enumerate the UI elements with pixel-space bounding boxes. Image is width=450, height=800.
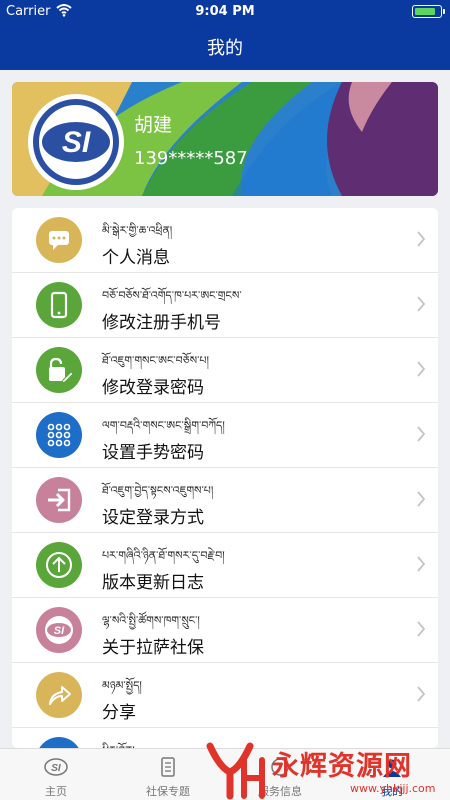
tab-home[interactable]: SI 主页 [0,749,112,800]
menu-item-label: 版本更新日志 [102,573,204,593]
watermark-logo-icon [206,742,265,800]
top-bar: Carrier 9:04 PM 我的 [0,0,450,70]
status-bar: Carrier 9:04 PM [0,0,450,22]
status-time: 9:04 PM [195,4,255,19]
partial-icon [36,737,82,748]
watermark-url: www.yhkjjj.com [350,782,436,795]
watermark-text: 永辉资源网 [272,751,412,782]
menu-item-tibetan-label: ཕྱིར་ཐོན། [102,738,135,748]
tab-label: 主页 [45,785,67,798]
svg-text:SI: SI [54,625,65,637]
menu-item[interactable]: པར་གཞིའི་ཉིན་ཐོ་གསར་དུ་བརྗེ་བ། 版本更新日志 [12,533,438,598]
chevron-right-icon [417,491,426,507]
menu-item-label: 个人消息 [102,248,170,268]
battery-fill [415,8,435,15]
gesture-grid-icon [36,412,82,458]
si-logo-icon: SI [36,607,82,653]
chevron-right-icon [417,621,426,637]
share-icon [36,672,82,718]
phone-icon [36,282,82,328]
menu-item-label: 设定登录方式 [102,508,204,528]
menu-item[interactable]: བཅོ་བཅོས་ཐོ་འགོད་ཁ་པར་ཨང་གྲངས་ 修改注册手机号 [12,273,438,338]
menu-item[interactable]: མཉམ་སྤྱོད། 分享 [12,663,438,728]
page-title: 我的 [207,38,243,59]
message-icon [36,217,82,263]
chevron-right-icon [417,426,426,442]
chevron-right-icon [417,296,426,312]
menu-item[interactable]: མི་སྒེར་གྱི་ཆ་འཕྲིན། 个人消息 [12,208,438,273]
profile-card[interactable]: SI 胡建 139*****587 [12,82,438,196]
menu-item-label: 关于拉萨社保 [102,638,204,658]
menu-item[interactable]: ཐོ་འཇུག་གསང་ཨང་བཅོས་པ། 修改登录密码 [12,338,438,403]
chevron-right-icon [417,361,426,377]
user-phone: 139*****587 [134,148,248,169]
document-icon [161,757,175,777]
avatar: SI [28,94,124,190]
upload-arrow-icon [36,542,82,588]
svg-text:SI: SI [62,126,91,159]
menu-item[interactable]: ལག་བརྡའི་གསང་ཨང་སྒྲིག་བཀོད། 设置手势密码 [12,403,438,468]
login-icon [36,477,82,523]
home-logo-icon: SI [44,758,68,776]
chevron-right-icon [417,556,426,572]
si-logo-icon: SI [33,99,119,185]
menu-item-label: 修改注册手机号 [102,313,221,333]
svg-text:SI: SI [51,763,61,774]
edit-lock-icon [36,347,82,393]
menu-item-label: 修改登录密码 [102,378,204,398]
chevron-right-icon [417,231,426,247]
watermark: 永辉资源网 www.yhkjjj.com [200,738,450,800]
menu-item[interactable]: ཐོ་འཇུག་བྱེད་སྟངས་འཇུགས་པ། 设定登录方式 [12,468,438,533]
menu-item-label: 分享 [102,703,136,723]
menu-item[interactable]: SI ལྷ་སའི་སྤྱི་ཚོགས་ཁག་སྲུང་། 关于拉萨社保 [12,598,438,663]
menu-item-label: 设置手势密码 [102,443,204,463]
chevron-right-icon [417,686,426,702]
settings-menu: མི་སྒེར་གྱི་ཆ་འཕྲིན། 个人消息 བཅོ་བཅོས་ཐོ་འགོད… [12,208,438,748]
user-name: 胡建 [134,114,173,136]
battery-icon [412,5,445,18]
